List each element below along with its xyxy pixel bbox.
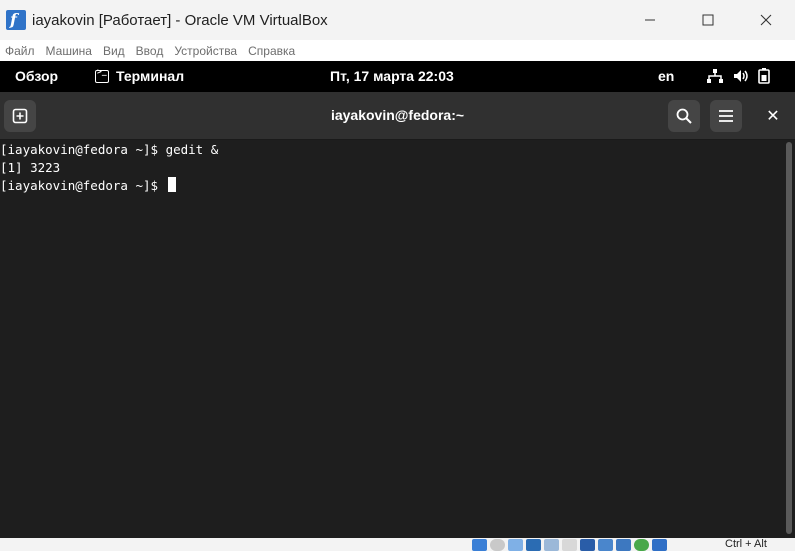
gnome-topbar: Обзор Терминал Пт, 17 марта 22:03 en — [0, 61, 795, 92]
menu-file[interactable]: Файл — [0, 44, 41, 58]
display-icon[interactable] — [580, 539, 595, 551]
video-capture-icon[interactable] — [598, 539, 613, 551]
maximize-button[interactable] — [679, 0, 737, 40]
host-key-label: Ctrl + Alt — [725, 538, 767, 550]
close-button[interactable] — [737, 0, 795, 40]
app-menu-label: Терминал — [116, 68, 185, 84]
hdd-icon[interactable] — [472, 539, 487, 551]
menu-help[interactable]: Справка — [243, 44, 301, 58]
shared-folders-icon[interactable] — [562, 539, 577, 551]
optical-icon[interactable] — [490, 539, 505, 551]
terminal-close-button[interactable]: ✕ — [763, 106, 783, 126]
volume-icon — [734, 70, 748, 82]
menu-button[interactable] — [710, 100, 742, 132]
terminal-scrollbar[interactable] — [783, 140, 795, 538]
maximize-icon — [702, 14, 714, 26]
statusbar: Ctrl + Alt — [0, 538, 795, 551]
hamburger-menu-icon — [719, 110, 733, 122]
menu-view[interactable]: Вид — [98, 44, 131, 58]
recording-icon[interactable] — [616, 539, 631, 551]
clock[interactable]: Пт, 17 марта 22:03 — [330, 68, 454, 84]
language-indicator[interactable]: en — [658, 68, 674, 84]
search-icon — [676, 108, 692, 124]
usb-icon[interactable] — [508, 539, 523, 551]
guest-display[interactable]: Обзор Терминал Пт, 17 марта 22:03 en — [0, 61, 795, 538]
terminal-headerbar: iayakovin@fedora:~ ✕ — [0, 92, 795, 140]
window-title: iayakovin [Работает] - Oracle VM Virtual… — [32, 11, 328, 29]
search-button[interactable] — [668, 100, 700, 132]
battery-icon — [758, 68, 770, 84]
scrollbar-thumb[interactable] — [786, 142, 792, 534]
cpu-icon[interactable] — [634, 539, 649, 551]
activities-button[interactable]: Обзор — [15, 68, 58, 84]
terminal-prompt: [iayakovin@fedora ~]$ — [0, 178, 166, 193]
network-adapter-icon[interactable] — [526, 539, 541, 551]
terminal-line: [1] 3223 — [0, 160, 61, 175]
minimize-icon — [645, 19, 655, 21]
menubar: Файл Машина Вид Ввод Устройства Справка — [0, 40, 795, 61]
menu-devices[interactable]: Устройства — [169, 44, 243, 58]
menu-input[interactable]: Ввод — [131, 44, 170, 58]
status-icons — [472, 539, 667, 551]
usb-device-icon[interactable] — [544, 539, 559, 551]
app-menu-button[interactable]: Терминал — [95, 67, 185, 84]
terminal-icon — [95, 67, 109, 83]
terminal-prompt-line: [iayakovin@fedora ~]$ — [0, 177, 176, 195]
window-controls — [621, 0, 795, 40]
window-titlebar: f iayakovin [Работает] - Oracle VM Virtu… — [0, 0, 795, 40]
close-icon — [760, 14, 772, 26]
network-icon — [707, 69, 723, 83]
minimize-button[interactable] — [621, 0, 679, 40]
virtualbox-icon: f — [6, 10, 26, 30]
text-cursor — [167, 177, 176, 192]
menu-machine[interactable]: Машина — [41, 44, 98, 58]
system-tray[interactable] — [706, 68, 770, 84]
terminal-line: [iayakovin@fedora ~]$ gedit & — [0, 142, 219, 157]
terminal-output[interactable]: [iayakovin@fedora ~]$ gedit & [1] 3223 [… — [0, 140, 783, 538]
mouse-integration-icon[interactable] — [652, 539, 667, 551]
